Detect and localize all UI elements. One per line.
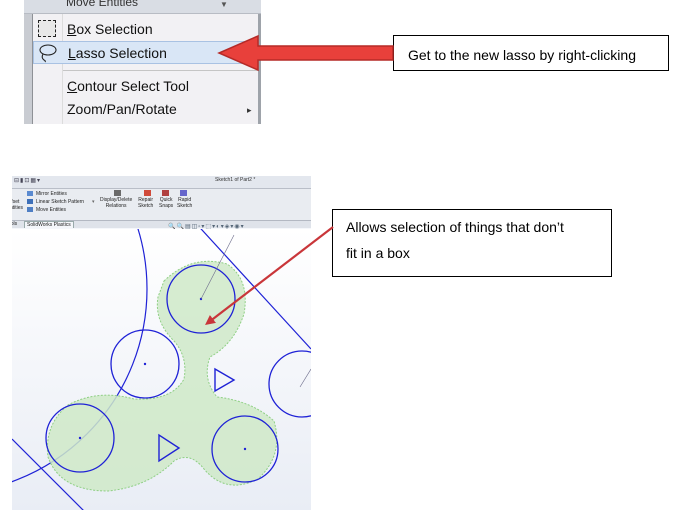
circle-center-point [78,436,82,440]
rapid-sketch-button[interactable]: Rapid Sketch [177,197,192,209]
dropdown-arrow-icon[interactable]: ▾ [92,199,95,205]
menu-item-zoom-pan-rotate[interactable]: Zoom/Pan/Rotate ▸ [33,98,261,121]
quick-snaps-icon [162,190,169,196]
submenu-arrow-icon: ▸ [247,105,252,115]
menu-item-box-selection[interactable]: Box Selection [33,18,261,41]
menu-item-label: Contour Select Tool [67,78,189,94]
context-menu: Box Selection Lasso Selection Contour Se… [32,14,261,124]
callout-text-line2: fit in a box [346,245,410,261]
sketch-screenshot: ⊟▮⊡▦▾ Sketch1 of Part2 * ffsetntities Mi… [12,176,311,510]
callout-text: Get to the new lasso by right-clicking [408,47,636,63]
callout-right-click: Get to the new lasso by right-clicking [393,35,669,71]
menu-top-strip: Move Entities ▼ [24,0,261,14]
menu-item-label: Lasso Selection [68,45,167,61]
menu-item-label: Box Selection [67,21,153,37]
callout-lasso-benefit: Allows selection of things that don’t fi… [332,209,612,277]
quick-access-toolbar[interactable]: ⊟▮⊡▦▾ [14,177,41,184]
mirror-icon [27,191,33,196]
linear-pattern-icon [27,199,33,204]
lasso-icon [39,44,57,63]
circle-center-point [243,447,247,451]
command-manager-tabs: ools SolidWorks Plastics [12,221,311,228]
tab-tools[interactable]: ools [12,221,17,227]
context-menu-screenshot: Move Entities ▼ Box Selection Lasso Sele… [24,0,261,124]
box-select-icon [38,20,56,37]
mirror-entities-button[interactable]: Mirror Entities [36,191,67,197]
menu-separator [63,70,259,71]
window-title: Sketch1 of Part2 * [215,177,256,183]
partial-menu-item[interactable]: Move Entities [66,0,138,9]
sketch-ribbon: ffsetntities Mirror Entities Linear Sket… [12,189,311,221]
display-delete-relations-button[interactable]: Display/Delete Relations [100,197,132,209]
offset-entities-button[interactable]: ffsetntities [12,199,23,211]
quick-snaps-button[interactable]: Quick Snaps [159,197,173,209]
menu-item-label: Zoom/Pan/Rotate [67,101,177,117]
linear-pattern-button[interactable]: Linear Sketch Pattern [36,199,84,205]
tab-solidworks-plastics[interactable]: SolidWorks Plastics [24,221,74,228]
relations-icon [114,190,121,196]
window-titlebar: ⊟▮⊡▦▾ Sketch1 of Part2 * [12,176,311,189]
menu-item-contour-select[interactable]: Contour Select Tool [33,75,261,98]
callout-text-line1: Allows selection of things that don’t [346,219,564,235]
move-icon [27,207,33,212]
menu-item-lasso-selection[interactable]: Lasso Selection [33,41,261,64]
circle-center-point [143,362,147,366]
repair-icon [144,190,151,196]
repair-sketch-button[interactable]: Repair Sketch [138,197,153,209]
dropdown-arrow-icon: ▼ [220,0,228,9]
move-entities-button[interactable]: Move Entities [36,207,66,213]
sketch-canvas[interactable] [12,229,311,510]
rapid-sketch-icon [180,190,187,196]
menu-right-edge [258,14,261,124]
